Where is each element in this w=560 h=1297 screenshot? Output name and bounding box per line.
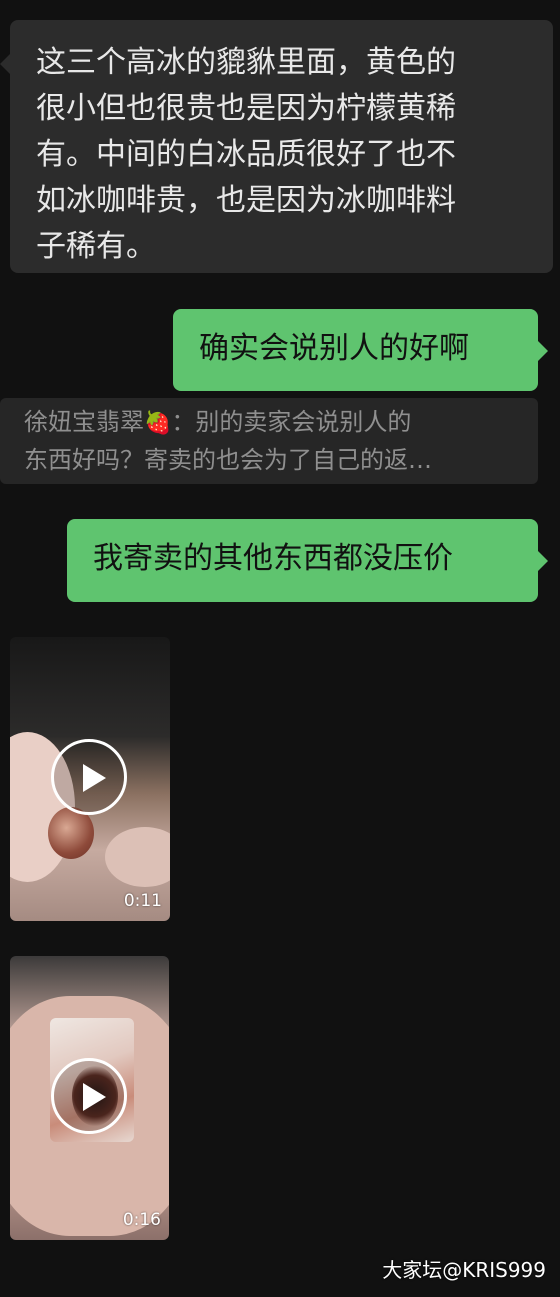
quoted-message[interactable]: 徐妞宝翡翠🍓：别的卖家会说别人的 东西好吗？寄卖的也会为了自己的返… <box>0 398 538 484</box>
video-duration: 0:11 <box>123 891 162 911</box>
video-duration: 0:16 <box>122 1210 161 1230</box>
strawberry-emoji: 🍓 <box>144 411 172 436</box>
message-line: 如冰咖啡贵，也是因为冰咖啡料 <box>36 183 456 218</box>
quote-line-1: 徐妞宝翡翠🍓：别的卖家会说别人的 <box>24 404 524 442</box>
quote-text: ：别的卖家会说别人的 <box>171 408 412 436</box>
chat-view: 这三个高冰的貔貅里面，黄色的 很小但也很贵也是因为柠檬黄稀 有。中间的白冰品质很… <box>0 0 560 1297</box>
incoming-message-bubble[interactable]: 这三个高冰的貔貅里面，黄色的 很小但也很贵也是因为柠檬黄稀 有。中间的白冰品质很… <box>0 20 553 273</box>
message-line: 很小但也很贵也是因为柠檬黄稀 <box>36 91 456 126</box>
message-line: 这三个高冰的貔貅里面，黄色的 <box>36 45 456 80</box>
outgoing-message-bubble[interactable]: 确实会说别人的好啊 <box>173 309 548 391</box>
quote-line-2: 东西好吗？寄卖的也会为了自己的返… <box>24 446 432 474</box>
watermark: 大家坛@KRIS999 <box>382 1258 546 1282</box>
video-message-2[interactable]: 0:16 <box>10 956 169 1240</box>
finger-shape <box>105 827 170 887</box>
play-icon[interactable] <box>51 739 127 815</box>
play-icon[interactable] <box>51 1058 127 1134</box>
message-line: 有。中间的白冰品质很好了也不 <box>36 137 456 172</box>
outgoing-message-bubble[interactable]: 我寄卖的其他东西都没压价 <box>67 519 548 602</box>
message-line: 子稀有。 <box>36 229 156 264</box>
video-message-1[interactable]: 0:11 <box>10 637 170 921</box>
message-text: 确实会说别人的好啊 <box>199 331 469 366</box>
quote-sender: 徐妞宝翡翠 <box>24 408 144 436</box>
message-text: 我寄卖的其他东西都没压价 <box>93 541 453 576</box>
